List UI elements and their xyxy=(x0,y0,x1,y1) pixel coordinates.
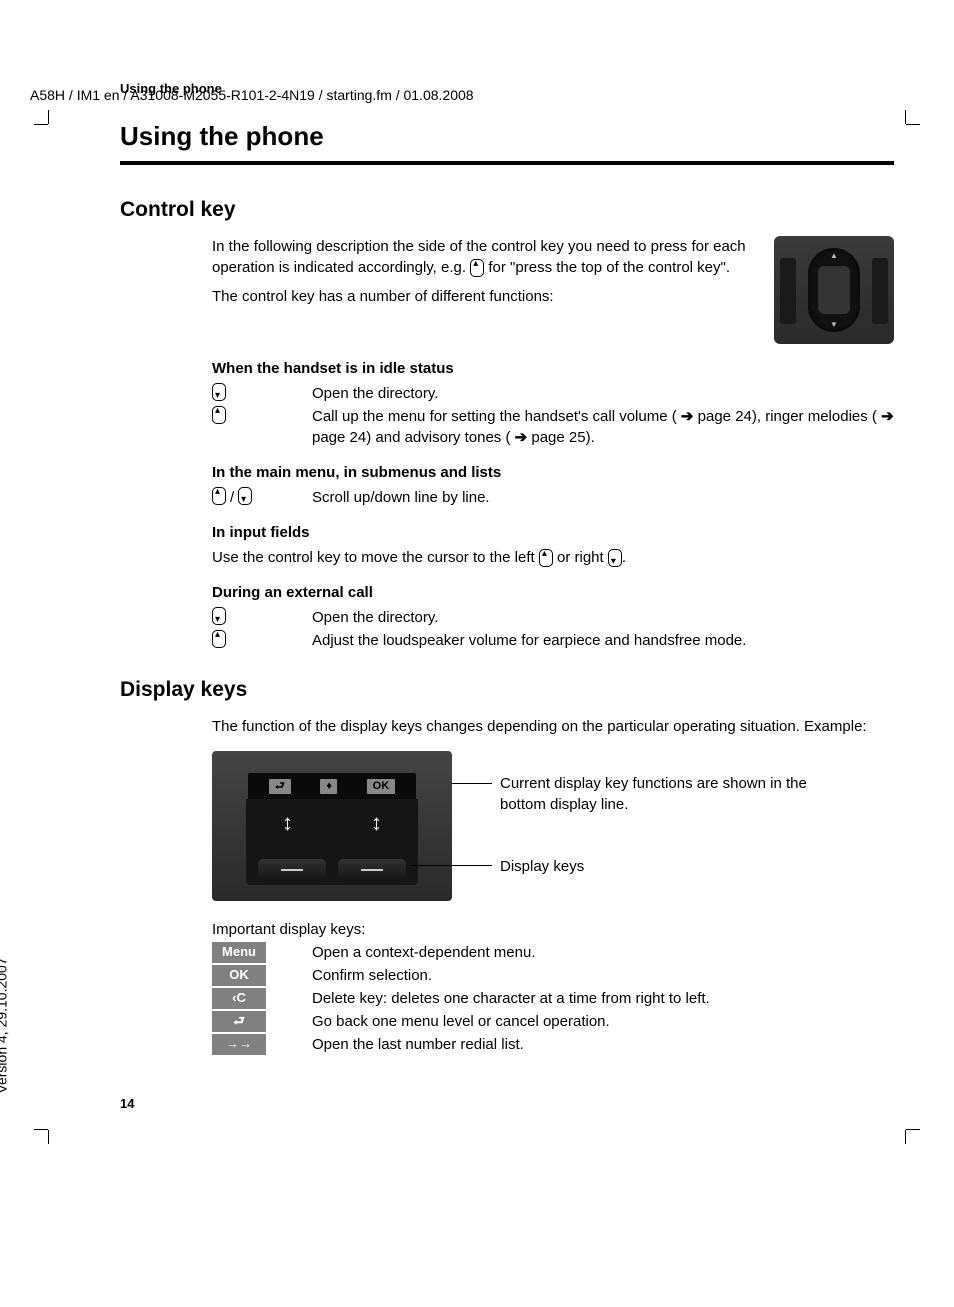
control-key-down-icon xyxy=(238,487,252,505)
control-key-functions: The control key has a number of differen… xyxy=(212,286,758,307)
control-key-up-icon xyxy=(212,630,226,648)
key-row-redial: →→ Open the last number redial list. xyxy=(212,1034,894,1055)
back-icon: ⮐ xyxy=(269,779,291,794)
callout-line xyxy=(452,783,492,784)
back-key-badge: ⮐ xyxy=(212,1011,266,1031)
running-head: Using the phone xyxy=(120,80,894,98)
control-key-image xyxy=(774,236,894,344)
control-key-up-icon xyxy=(212,406,226,424)
key-row-menu: Menu Open a context-dependent menu. xyxy=(212,942,894,963)
control-key-up-icon xyxy=(539,549,553,567)
subhead-mainmenu: In the main menu, in submenus and lists xyxy=(212,462,894,483)
softkey-right xyxy=(338,859,406,881)
subhead-input: In input fields xyxy=(212,522,894,543)
arrow-right-icon: ➔ xyxy=(681,408,694,425)
key-row-ok: OK Confirm selection. xyxy=(212,965,894,986)
ok-label: OK xyxy=(367,779,396,794)
key-row-delete: ‹C Delete key: deletes one character at … xyxy=(212,988,894,1009)
subhead-idle: When the handset is in idle status xyxy=(212,358,894,379)
page-title: Using the phone xyxy=(120,118,894,154)
callout-displaykeys: Display keys xyxy=(500,856,584,877)
control-key-intro: In the following description the side of… xyxy=(212,236,758,278)
double-arrow-icon: ↕ xyxy=(282,808,293,839)
display-keys-figure: ⮐ ♦ OK ↕ ↕ Current display key functions… xyxy=(212,751,894,901)
softkey-left xyxy=(258,859,326,881)
menu-row-scroll: / Scroll up/down line by line. xyxy=(212,487,894,508)
call-row-volume: Adjust the loudspeaker volume for earpie… xyxy=(212,630,894,651)
callout-functions: Current display key functions are shown … xyxy=(500,773,820,815)
control-key-down-icon xyxy=(212,383,226,401)
important-keys-label: Important display keys: xyxy=(212,919,894,940)
arrow-right-icon: ➔ xyxy=(881,408,894,425)
input-fields-text: Use the control key to move the cursor t… xyxy=(212,547,894,568)
control-key-up-icon xyxy=(212,487,226,505)
call-row-directory: Open the directory. xyxy=(212,607,894,628)
menu-key-badge: Menu xyxy=(212,942,266,962)
key-row-back: ⮐ Go back one menu level or cancel opera… xyxy=(212,1011,894,1032)
idle-row-volume: Call up the menu for setting the handset… xyxy=(212,406,894,448)
title-rule xyxy=(120,161,894,165)
subhead-external-call: During an external call xyxy=(212,582,894,603)
section-control-key: Control key xyxy=(120,195,894,224)
arrow-right-icon: ➔ xyxy=(515,429,528,446)
callout-line xyxy=(412,865,492,866)
control-key-down-icon xyxy=(608,549,622,567)
control-key-up-icon xyxy=(470,259,484,277)
page-number: 14 xyxy=(120,1095,894,1113)
display-keys-intro: The function of the display keys changes… xyxy=(212,716,894,737)
delete-key-badge: ‹C xyxy=(212,988,266,1008)
ok-key-badge: OK xyxy=(212,965,266,985)
redial-key-badge: →→ xyxy=(212,1034,266,1054)
double-arrow-icon: ↕ xyxy=(371,808,382,839)
slash-separator: / xyxy=(230,487,234,508)
screen-bottom-line: ⮐ ♦ OK xyxy=(248,773,416,799)
section-display-keys: Display keys xyxy=(120,675,894,704)
idle-row-directory: Open the directory. xyxy=(212,383,894,404)
updown-icon: ♦ xyxy=(320,779,337,794)
control-key-down-icon xyxy=(212,607,226,625)
